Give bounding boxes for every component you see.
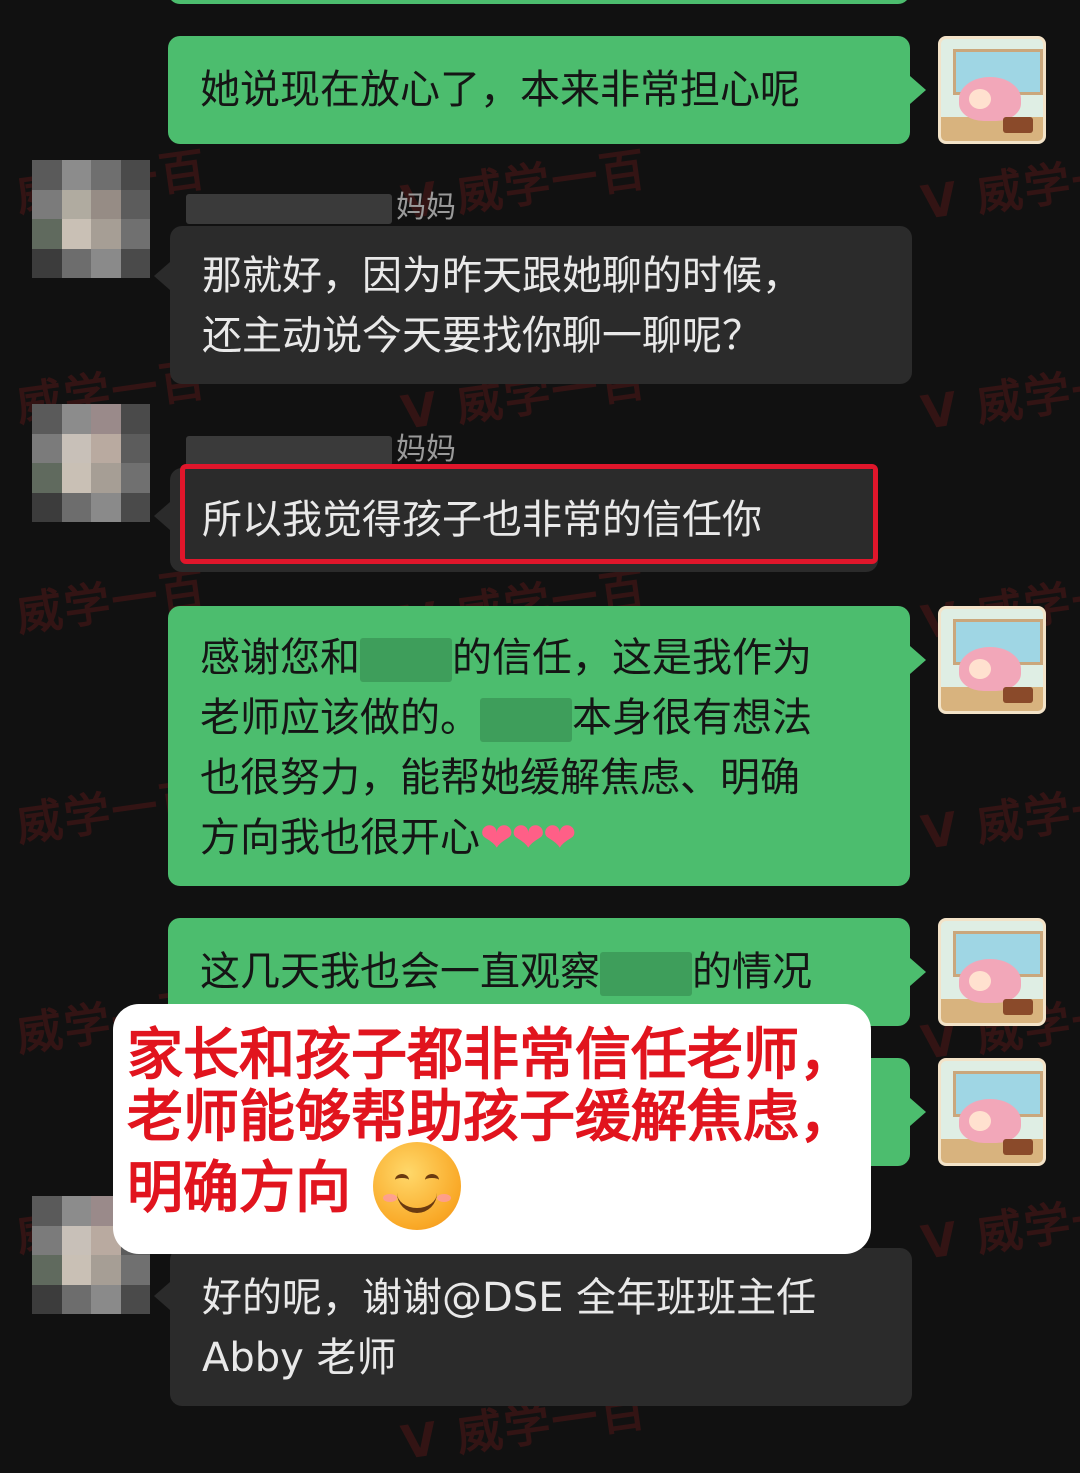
- message-line: 感谢您和 的信任，这是我作为: [200, 635, 812, 682]
- bubble-tail: [154, 262, 170, 290]
- bubble-tail: [154, 1282, 170, 1310]
- message-bubble-incoming[interactable]: 好的呢，谢谢@DSE 全年班班主任 Abby 老师: [170, 1248, 912, 1406]
- user-avatar[interactable]: [938, 36, 1046, 144]
- message-line: 老师应该做的。 本身很有想法: [200, 695, 812, 742]
- contact-avatar-blurred[interactable]: [32, 160, 150, 278]
- caption-line: 明确方向: [127, 1142, 857, 1236]
- redacted-name: [600, 952, 692, 996]
- redacted-name: [186, 435, 392, 466]
- watermark: V 威学一百: [917, 142, 1080, 230]
- redacted-name: [360, 638, 452, 682]
- caption-line: 家长和孩子都非常信任老师，: [127, 1023, 855, 1086]
- watermark: V 威学一百: [917, 1182, 1080, 1270]
- sender-name: 妈妈: [186, 424, 456, 468]
- heart-icon: ❤❤❤: [480, 815, 577, 861]
- sender-name: 妈妈: [186, 182, 456, 226]
- message-text: 她说现在放心了，本来非常担心呢: [200, 67, 800, 113]
- user-avatar[interactable]: [938, 606, 1046, 714]
- highlight-frame: [180, 464, 878, 564]
- contact-avatar-blurred[interactable]: [32, 404, 150, 522]
- message-bubble-outgoing[interactable]: 感谢您和 的信任，这是我作为 老师应该做的。 本身很有想法 也很努力，能帮她缓解焦虑…: [168, 606, 910, 886]
- user-avatar[interactable]: [938, 1058, 1046, 1166]
- message-line: Abby 老师: [202, 1335, 397, 1381]
- watermark: V 威学一百: [917, 772, 1080, 860]
- bubble-tail: [910, 1098, 926, 1126]
- message-text: 这几天我也会一直观察 的情况: [200, 949, 812, 996]
- bubble-tail: [910, 76, 926, 104]
- message-line: 好的呢，谢谢@DSE 全年班班主任: [202, 1275, 817, 1321]
- message-line: 也很努力，能帮她缓解焦虑、明确: [200, 755, 800, 801]
- caption-card: 家长和孩子都非常信任老师， 老师能够帮助孩子缓解焦虑， 明确方向: [113, 1004, 871, 1254]
- message-line: 那就好，因为昨天跟她聊的时候，: [202, 253, 802, 299]
- message-line: 方向我也很开心❤❤❤: [200, 815, 577, 861]
- message-line: 还主动说今天要找你聊一聊呢？: [202, 313, 762, 359]
- message-bubble-partial[interactable]: [168, 0, 910, 4]
- bubble-tail: [910, 958, 926, 986]
- bubble-tail: [154, 502, 170, 530]
- watermark: V 威学一百: [917, 352, 1080, 440]
- redacted-name: [480, 698, 572, 742]
- redacted-name: [186, 193, 392, 224]
- smiling-face-icon: [373, 1142, 461, 1230]
- bubble-tail: [910, 646, 926, 674]
- user-avatar[interactable]: [938, 918, 1046, 1026]
- message-bubble-outgoing[interactable]: 她说现在放心了，本来非常担心呢: [168, 36, 910, 144]
- caption-line: 老师能够帮助孩子缓解焦虑，: [127, 1085, 855, 1148]
- message-bubble-incoming[interactable]: 那就好，因为昨天跟她聊的时候， 还主动说今天要找你聊一聊呢？: [170, 226, 912, 384]
